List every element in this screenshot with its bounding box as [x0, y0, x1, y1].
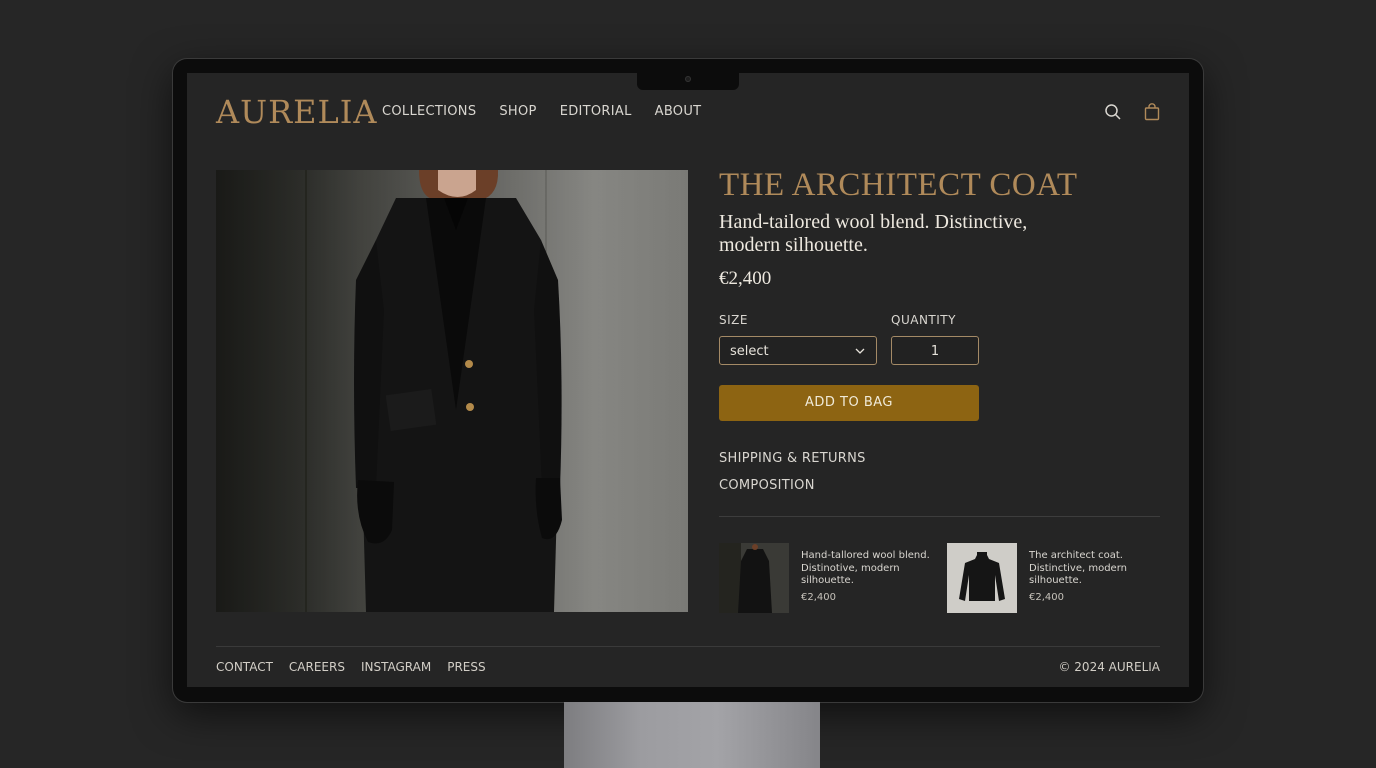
accordion-shipping-returns[interactable]: SHIPPING & RETURNS	[719, 451, 866, 466]
add-to-bag-button[interactable]: ADD TO BAG	[719, 385, 979, 421]
related-product-thumbnail	[947, 543, 1017, 613]
brand-logo[interactable]: AURELIA	[216, 93, 378, 131]
camera-icon	[685, 76, 691, 82]
footer-link-careers[interactable]: CAREERS	[289, 660, 345, 674]
footer-link-contact[interactable]: CONTACT	[216, 660, 273, 674]
chevron-down-icon	[854, 345, 866, 361]
related-product-description: The architect coat. Distinctive, modern …	[1029, 550, 1127, 586]
size-select-value: select	[730, 344, 769, 359]
shopping-bag-icon[interactable]	[1143, 103, 1161, 121]
related-product-thumbnail	[719, 543, 789, 613]
related-product-price: €2,400	[801, 592, 836, 603]
nav-item-editorial[interactable]: EDITORIAL	[560, 104, 632, 119]
camera-notch	[637, 72, 739, 90]
size-select[interactable]: select	[719, 336, 877, 365]
quantity-label: QUANTITY	[891, 313, 956, 327]
related-product-description: Hand-tallored wool blend. Distinotive, m…	[801, 550, 930, 586]
monitor-stand	[564, 702, 820, 768]
product-image[interactable]	[216, 170, 688, 612]
footer-copyright: © 2024 AURELIA	[1058, 660, 1160, 674]
nav-item-about[interactable]: ABOUT	[655, 104, 702, 119]
related-product-price: €2,400	[1029, 592, 1064, 603]
product-subtitle: Hand-tailored wool blend. Distinctive, m…	[719, 211, 1028, 256]
footer-link-instagram[interactable]: INSTAGRAM	[361, 660, 431, 674]
related-product-card[interactable]: The architect coat. Distinctive, modern …	[947, 543, 1167, 613]
quantity-field[interactable]: 1	[891, 336, 979, 365]
web-page: AURELIA COLLECTIONS SHOP EDITORIAL ABOUT	[187, 73, 1189, 687]
related-product-card[interactable]: Hand-tallored wool blend. Distinotive, m…	[719, 543, 939, 613]
size-label: SIZE	[719, 313, 748, 327]
search-icon[interactable]	[1104, 103, 1122, 121]
nav-item-shop[interactable]: SHOP	[499, 104, 536, 119]
footer-link-press[interactable]: PRESS	[447, 660, 485, 674]
product-price: €2,400	[719, 268, 772, 289]
product-title: THE ARCHITECT COAT	[719, 167, 1078, 203]
main-nav: COLLECTIONS SHOP EDITORIAL ABOUT	[382, 104, 701, 119]
nav-item-collections[interactable]: COLLECTIONS	[382, 104, 476, 119]
accordion-composition[interactable]: COMPOSITION	[719, 478, 815, 493]
divider	[719, 516, 1160, 517]
footer-divider	[216, 646, 1160, 647]
footer-nav: CONTACT CAREERS INSTAGRAM PRESS	[216, 660, 486, 674]
